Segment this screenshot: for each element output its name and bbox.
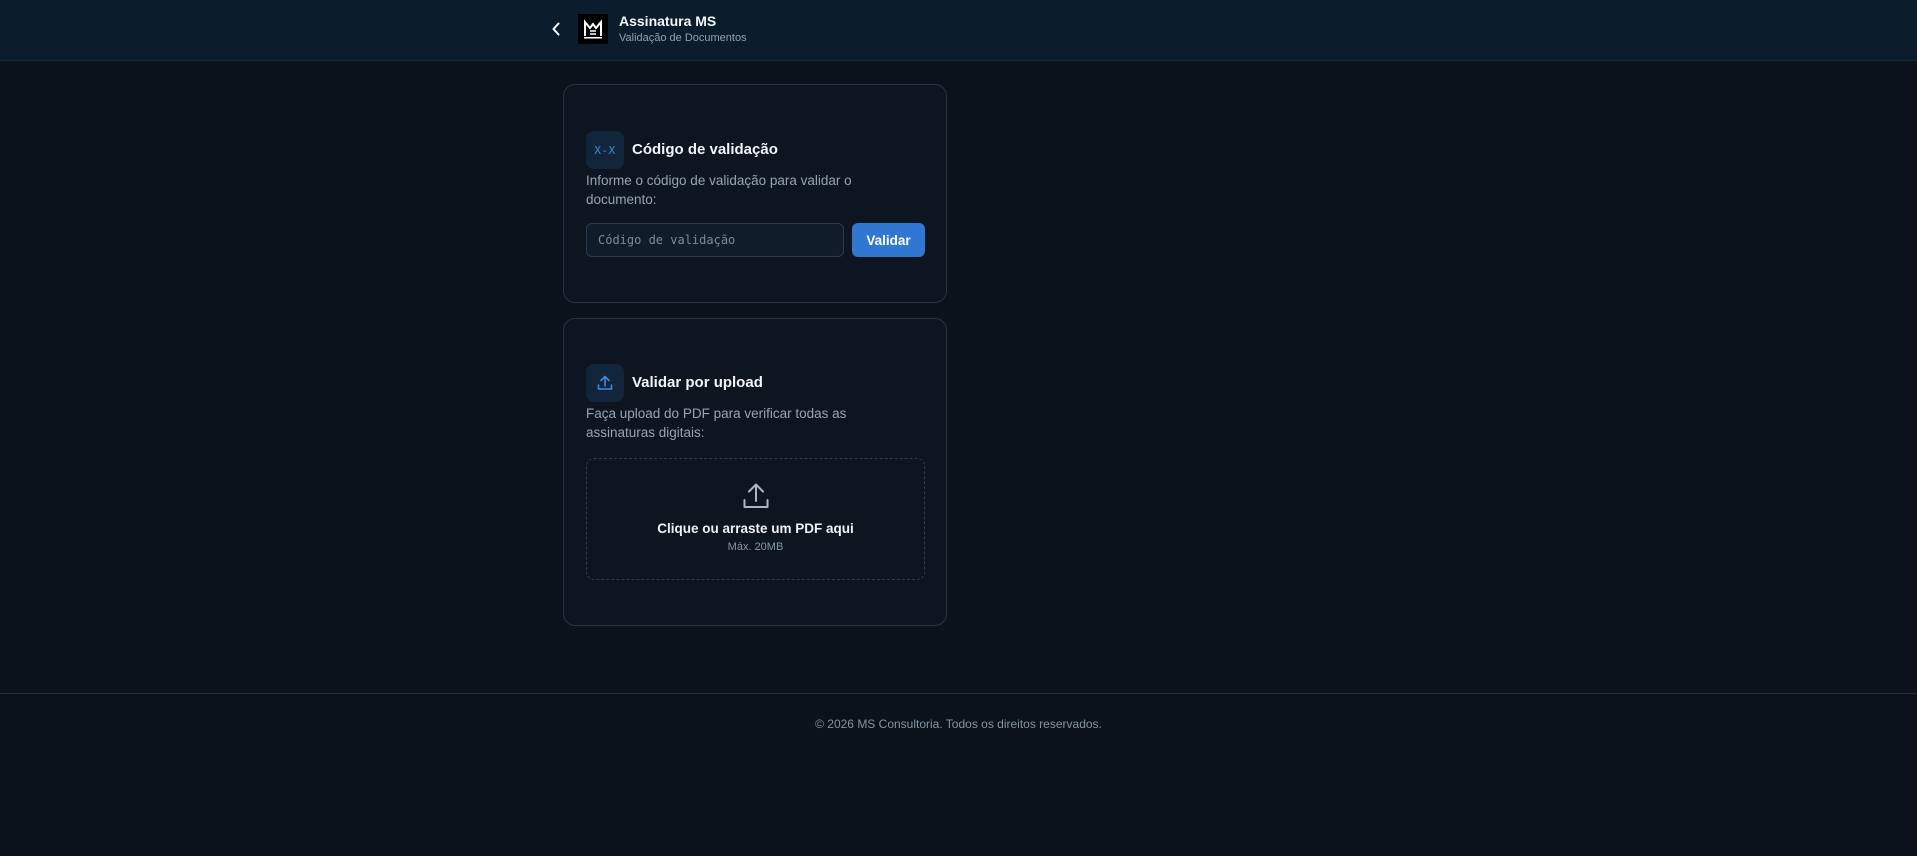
- dropzone-max-size: Máx. 20MB: [727, 541, 784, 553]
- footer-divider: [0, 693, 1917, 694]
- top-bar: Assinatura MS Validação de Documentos: [0, 0, 1917, 61]
- code-icon: X-X: [594, 143, 616, 157]
- back-button[interactable]: [546, 18, 566, 40]
- chevron-left-icon: [552, 22, 560, 36]
- app-logo: [578, 14, 608, 44]
- validate-button[interactable]: Validar: [852, 223, 925, 257]
- footer-copyright: © 2026 MS Consultoria. Todos os direitos…: [815, 717, 1102, 731]
- upload-icon-box: [586, 364, 624, 402]
- pdf-dropzone[interactable]: Clique ou arraste um PDF aqui Máx. 20MB: [586, 458, 925, 580]
- upload-card-description: Faça upload do PDF para verificar todas …: [586, 406, 847, 440]
- dropzone-title: Clique ou arraste um PDF aqui: [657, 521, 854, 536]
- code-icon-box: X-X: [586, 131, 624, 169]
- upload-validation-card: Validar por upload Faça upload do PDF pa…: [563, 318, 947, 626]
- app-title: Assinatura MS: [619, 13, 717, 29]
- app-subtitle: Validação de Documentos: [619, 32, 747, 44]
- upload-icon: [597, 375, 613, 390]
- validation-code-card: X-X Código de validação Informe o código…: [563, 84, 947, 303]
- ms-logo-icon: [584, 19, 602, 39]
- upload-card-title: Validar por upload: [632, 374, 763, 391]
- code-card-title: Código de validação: [632, 141, 778, 158]
- code-card-description: Informe o código de validação para valid…: [586, 173, 852, 207]
- upload-icon: [743, 483, 769, 508]
- validation-code-input[interactable]: [586, 223, 844, 257]
